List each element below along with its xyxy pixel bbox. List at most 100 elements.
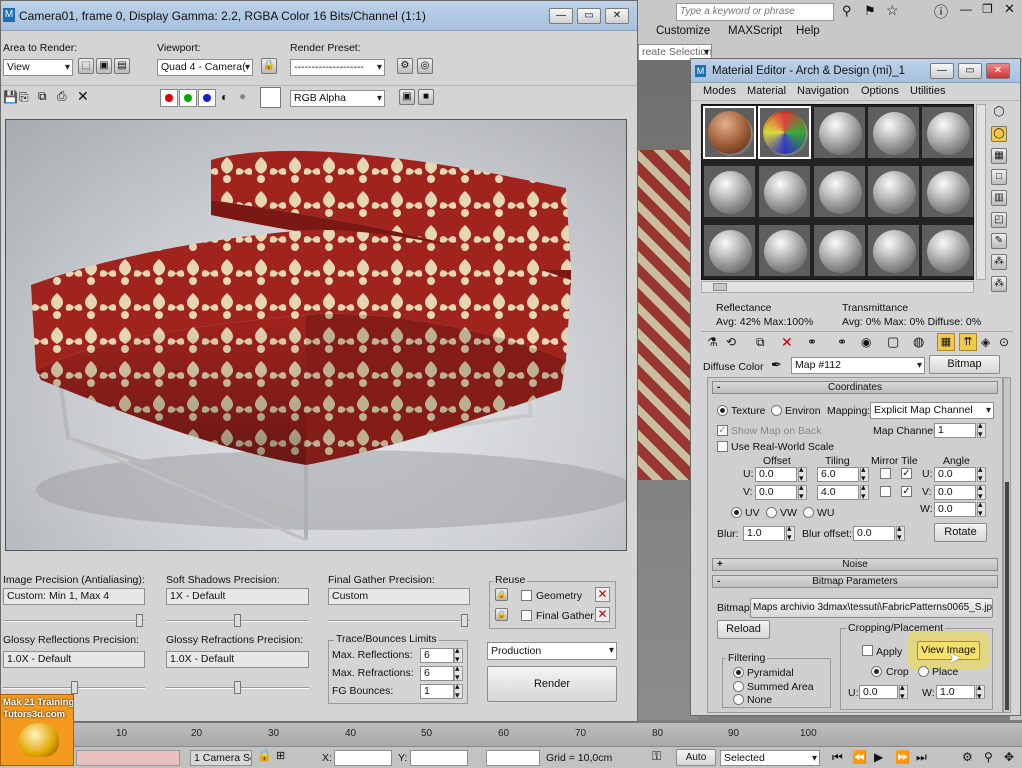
map-name-dropdown[interactable]: Map #112 (791, 357, 925, 374)
menu-navigation[interactable]: Navigation (797, 85, 849, 97)
play-icon[interactable]: ▶ (874, 750, 883, 764)
clear-icon[interactable]: ✕ (77, 88, 89, 105)
rollout-scroll-thumb[interactable] (1005, 482, 1009, 710)
sample-slot[interactable] (867, 165, 920, 218)
v-angle-spinner[interactable] (977, 482, 986, 502)
eyedropper-icon[interactable]: ✒ (771, 357, 782, 373)
map-channel-field[interactable]: 1 (934, 423, 976, 438)
clear-geometry-icon[interactable]: ✕ (595, 587, 610, 602)
menu-maxscript[interactable]: MAXScript (728, 25, 782, 37)
menu-utilities[interactable]: Utilities (910, 85, 945, 97)
summed-area-radio[interactable] (733, 681, 744, 692)
u-tiling-spinner[interactable] (860, 464, 869, 484)
render-preset-dropdown[interactable]: -------------------- (290, 59, 385, 76)
blur-field[interactable]: 1.0 (743, 526, 785, 541)
pan-icon[interactable]: ✥ (1004, 750, 1014, 764)
none-radio[interactable] (733, 694, 744, 705)
go-forward-sibling-icon[interactable]: ◈ (981, 335, 990, 349)
video-color-check-icon[interactable]: ▥ (991, 190, 1007, 206)
sample-slots-vscroll[interactable] (976, 104, 986, 280)
sample-slot[interactable] (813, 224, 866, 277)
v-tiling-field[interactable]: 4.0 (817, 485, 859, 500)
viewport-dropdown[interactable]: Quad 4 - Camera( (157, 59, 253, 76)
hscroll-thumb[interactable] (713, 283, 727, 291)
make-unique-icon[interactable]: ⚭ (807, 335, 817, 349)
lock-final-gather-icon[interactable]: 🔒 (495, 608, 508, 621)
pick-material-icon[interactable]: ⊙ (999, 335, 1009, 349)
reset-map-icon[interactable]: ✕ (781, 334, 793, 351)
sample-slot[interactable] (813, 165, 866, 218)
render-button[interactable]: Render (487, 666, 617, 702)
u-tiling-field[interactable]: 6.0 (817, 467, 859, 482)
material-id-icon[interactable]: ◉ (861, 335, 871, 349)
render-setup-icon[interactable]: ⚙ (397, 58, 413, 74)
v-mirror-checkbox[interactable] (880, 486, 891, 497)
show-shaded-icon[interactable]: ▦ (937, 333, 955, 351)
previous-frame-icon[interactable]: ⏪ (852, 750, 867, 764)
copy-image-icon[interactable]: ⎘ (19, 90, 29, 105)
use-real-world-checkbox[interactable] (717, 441, 728, 452)
go-to-end-icon[interactable]: ⏭ (916, 750, 927, 765)
sample-slot[interactable] (921, 224, 974, 277)
environment-icon[interactable]: ◎ (417, 58, 433, 74)
sample-slot[interactable] (921, 165, 974, 218)
region-tools-icon[interactable]: ▤ (114, 58, 130, 74)
blur-offset-spinner[interactable] (896, 523, 905, 543)
final-gather-thumb[interactable] (461, 614, 468, 627)
menu-modes[interactable]: Modes (703, 85, 736, 97)
select-by-material-icon[interactable]: ⁂ (991, 254, 1007, 270)
glossy-refractions-thumb[interactable] (234, 681, 241, 694)
sample-type-icon[interactable]: ◯ (991, 105, 1007, 121)
lock-viewport-icon[interactable]: 🔒 (261, 58, 277, 74)
clear-final-gather-icon[interactable]: ✕ (595, 607, 610, 622)
selected-dropdown[interactable]: Selected (720, 750, 820, 766)
show-end-result-icon[interactable]: ◍ (913, 334, 924, 350)
apply-checkbox[interactable] (862, 645, 873, 656)
material-editor-maximize-button[interactable]: ▭ (958, 63, 982, 79)
u-angle-spinner[interactable] (977, 464, 986, 484)
blue-channel-icon[interactable] (198, 89, 216, 107)
get-material-icon[interactable]: ⚗ (707, 335, 718, 349)
glossy-refractions-slider[interactable] (166, 681, 309, 694)
u-mirror-checkbox[interactable] (880, 468, 891, 479)
v-offset-field[interactable]: 0.0 (755, 485, 797, 500)
background-color-swatch[interactable] (260, 87, 281, 108)
max-reflections-spinner[interactable] (454, 645, 463, 665)
sample-slot[interactable] (867, 224, 920, 277)
reload-button[interactable]: Reload (717, 620, 770, 639)
save-image-icon[interactable]: 💾 (3, 90, 18, 104)
max-reflections-field[interactable]: 6 (420, 648, 454, 663)
edit-region-icon[interactable]: ⬚ (78, 58, 94, 74)
backlight-icon[interactable]: ◯ (991, 126, 1007, 142)
lock-geometry-icon[interactable]: 🔒 (495, 588, 508, 601)
sample-slot[interactable] (758, 224, 811, 277)
w-angle-spinner[interactable] (977, 499, 986, 519)
material-editor-minimize-button[interactable]: — (930, 63, 954, 79)
favorites-icon[interactable]: ☆ (886, 2, 899, 19)
timeline-bar[interactable] (0, 722, 1022, 746)
options-icon[interactable]: ✎ (991, 233, 1007, 249)
pyramidal-radio[interactable] (733, 667, 744, 678)
glossy-reflections-thumb[interactable] (71, 681, 78, 694)
toggle-ui-icon[interactable]: ■ (418, 89, 434, 105)
render-minimize-button[interactable]: — (549, 8, 573, 24)
u-tile-checkbox[interactable]: ✓ (901, 468, 912, 479)
bitmap-type-button[interactable]: Bitmap (929, 355, 1000, 374)
search-box[interactable]: Type a keyword or phrase (676, 3, 834, 21)
menu-customize[interactable]: Customize (656, 25, 710, 37)
map-channel-spinner[interactable] (977, 420, 986, 440)
restore-main-icon[interactable]: ❐ (982, 2, 993, 16)
channel-dropdown[interactable]: RGB Alpha (290, 90, 385, 107)
w-angle-field[interactable]: 0.0 (934, 502, 976, 517)
texture-radio[interactable] (717, 405, 728, 416)
crop-u-spinner[interactable] (899, 682, 908, 702)
u-offset-field[interactable]: 0.0 (755, 467, 797, 482)
coordinates-rollout-header[interactable]: - Coordinates (712, 381, 998, 394)
rollout-scrollbar[interactable] (1003, 377, 1011, 713)
mapping-dropdown[interactable]: Explicit Map Channel (870, 402, 994, 419)
show-map-icon[interactable]: ▢ (887, 334, 899, 350)
help-icon[interactable]: ⓘ (934, 2, 948, 22)
u-offset-spinner[interactable] (798, 464, 807, 484)
render-close-button[interactable]: ✕ (605, 8, 629, 24)
x-coord-field[interactable] (334, 750, 392, 766)
